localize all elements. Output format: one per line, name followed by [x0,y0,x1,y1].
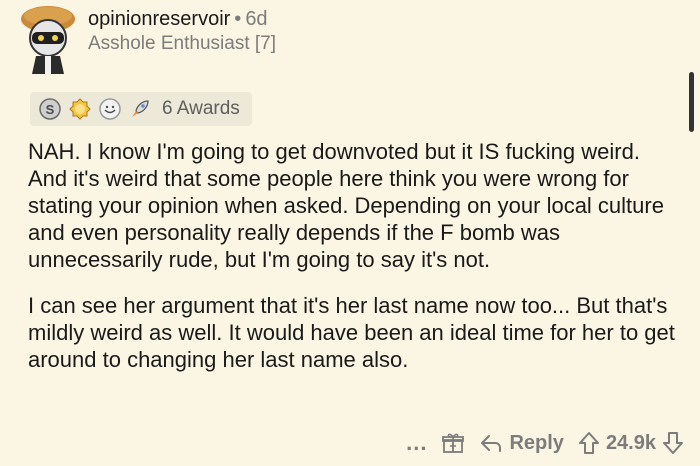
gold-award-icon [68,97,92,121]
more-options-button[interactable]: ... [406,430,427,456]
snoo-avatar-icon [21,6,75,74]
separator-dot: • [234,8,242,30]
give-award-button[interactable] [441,431,465,455]
awards-count: 6 Awards [162,98,240,119]
user-avatar[interactable] [18,4,78,74]
reply-arrow-icon [481,435,502,452]
author-username[interactable]: opinionreservoir [88,8,230,30]
awards-bar[interactable]: S 6 Awards [30,92,252,126]
silver-award-icon: S [38,97,62,121]
rocket-award-icon [128,97,152,121]
comment-header: opinionreservoir • 6d Asshole Enthusiast [… [18,4,658,74]
reply-label: Reply [509,431,564,454]
downvote-arrow-icon[interactable] [662,431,684,455]
user-flair: Asshole Enthusiast [7] [88,33,276,54]
upvote-arrow-icon[interactable] [578,431,600,455]
comment-paragraph-1: NAH. I know I'm going to get downvoted b… [28,139,664,272]
reply-button[interactable]: Reply [479,431,564,455]
comment-meta: opinionreservoir • 6d Asshole Enthusiast [… [88,6,276,56]
vote-score: 24.9k [605,431,656,454]
wholesome-award-icon [98,97,122,121]
svg-text:S: S [46,102,55,117]
comment-paragraph-2: I can see her argument that it's her las… [28,293,675,372]
comment-actions: ... Reply 24.9k [406,428,684,458]
vote-controls: 24.9k [578,431,684,455]
scrollbar[interactable] [689,72,694,132]
gift-icon [442,433,465,453]
author-line: opinionreservoir • 6d [88,6,276,32]
comment-age: 6d [245,8,268,30]
comment-body: NAH. I know I'm going to get downvoted b… [28,138,678,392]
